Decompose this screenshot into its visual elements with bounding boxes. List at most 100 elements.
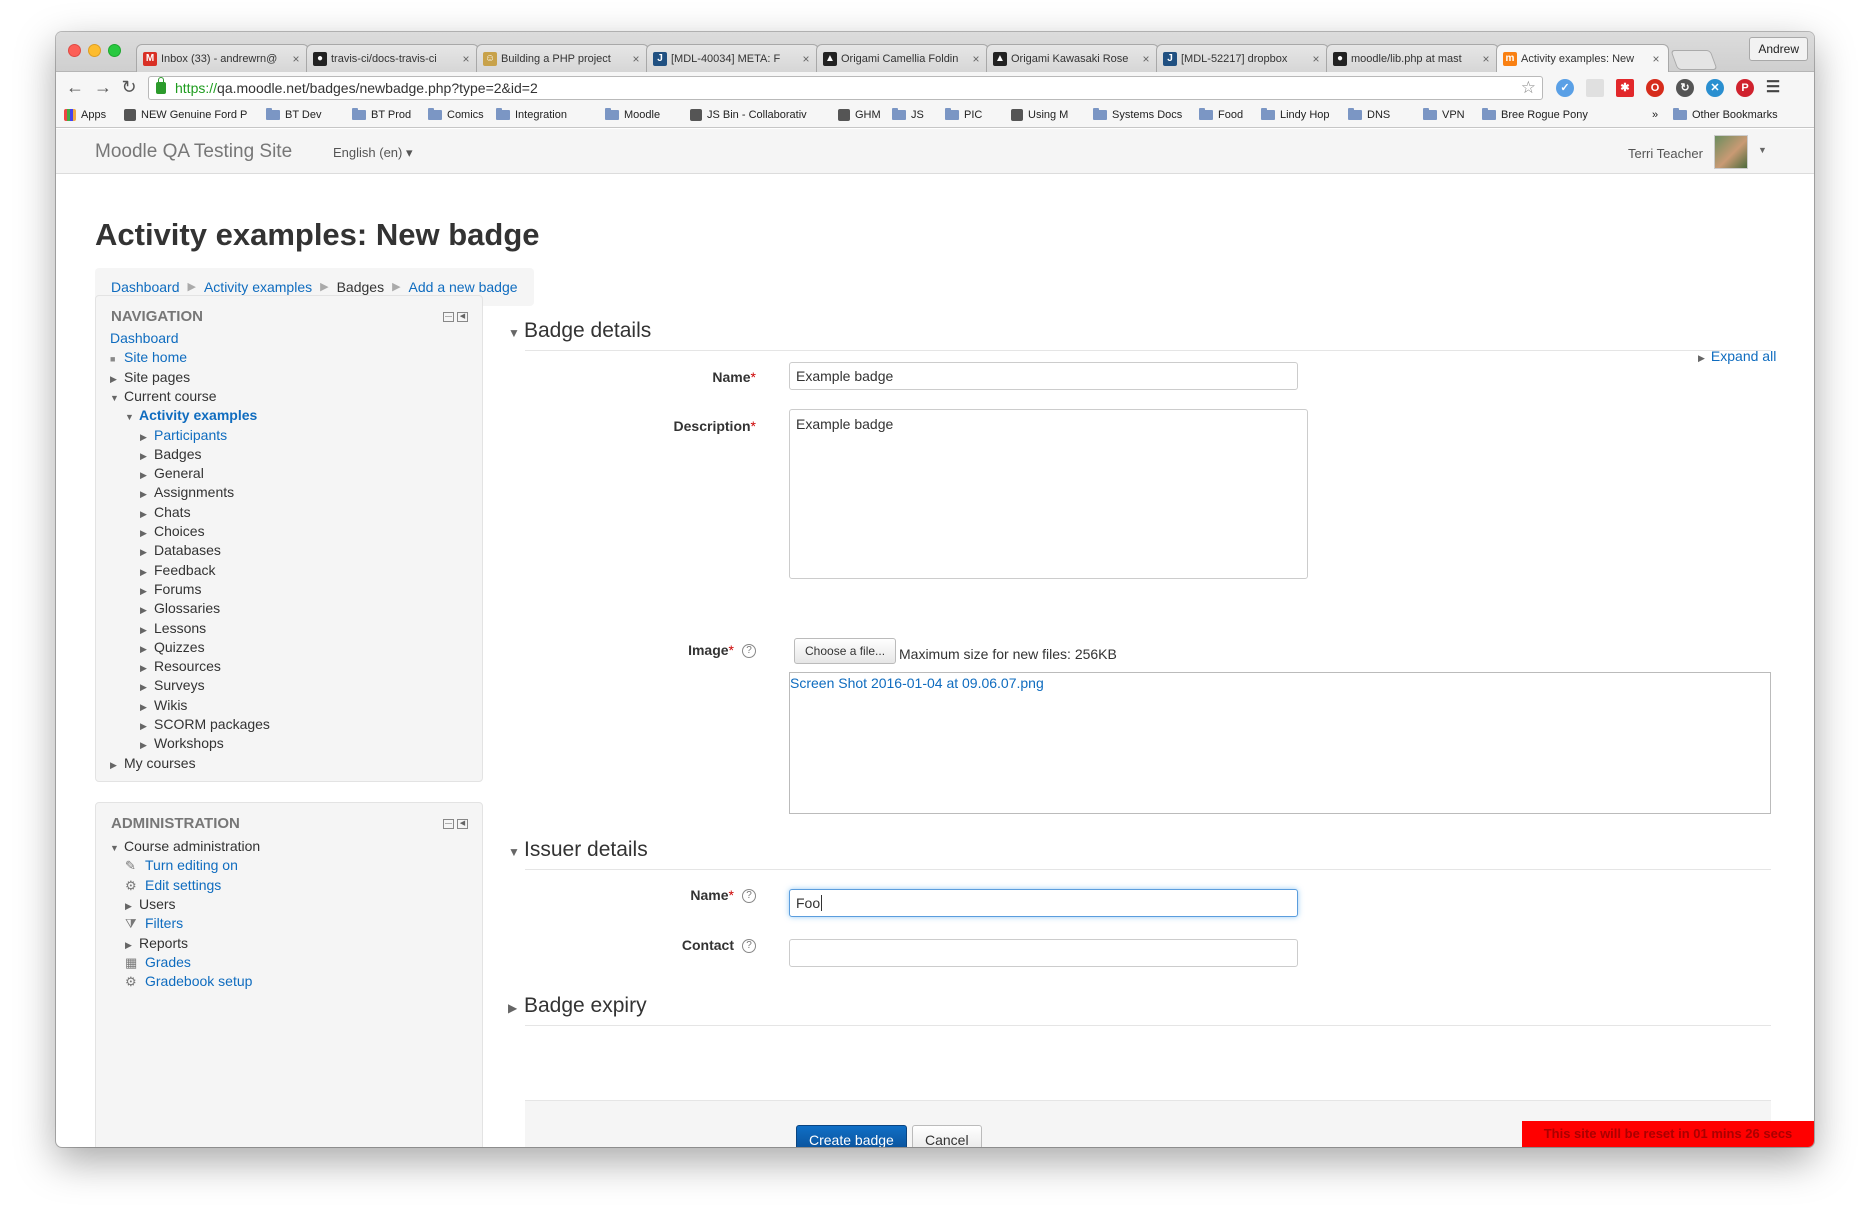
extension-icon[interactable] [1586,79,1604,97]
close-tab-icon[interactable]: × [460,52,472,66]
tree-item-glossaries[interactable]: ▶ Glossaries [140,600,220,616]
bookmark-item[interactable]: PIC [945,108,982,121]
contact-input[interactable] [789,939,1298,967]
bookmark-item[interactable]: BT Dev [266,108,321,121]
browser-tab[interactable]: ● travis-ci/docs-travis-ci × [306,44,479,72]
tree-item-dashboard[interactable]: Dashboard [110,330,179,346]
forward-arrow-icon[interactable]: → [92,77,114,98]
close-tab-icon[interactable]: × [630,52,642,66]
tree-item-databases[interactable]: ▶ Databases [140,542,221,558]
bookmark-item[interactable]: Apps [64,109,106,121]
close-tab-icon[interactable]: × [1310,52,1322,66]
badge-expiry-header[interactable]: ▶ Badge expiry [508,994,647,1018]
tree-item-chats[interactable]: ▶ Chats [140,504,191,520]
extension-icon[interactable]: ✕ [1706,79,1724,97]
issuer-name-input[interactable]: Foo [789,889,1298,917]
cancel-button[interactable]: Cancel [912,1125,982,1147]
tree-item-activity-examples[interactable]: ▼ Activity examples [125,407,257,423]
dock-icon[interactable]: — [443,819,454,829]
site-name-link[interactable]: Moodle QA Testing Site [95,141,292,163]
create-badge-button[interactable]: Create badge [796,1125,907,1147]
tree-item-lessons[interactable]: ▶ Lessons [140,620,206,636]
tree-item-turn-editing-on[interactable]: ✎ Turn editing on [125,857,238,874]
browser-tab[interactable]: ☺ Building a PHP project × [476,44,649,72]
tree-item-choices[interactable]: ▶ Choices [140,523,205,539]
tree-item-users[interactable]: ▶ Users [125,896,176,912]
tree-item-assignments[interactable]: ▶ Assignments [140,484,234,500]
tree-item-my-courses[interactable]: ▶ My courses [110,755,196,771]
tree-item-reports[interactable]: ▶ Reports [125,935,188,951]
tree-item-gradebook-setup[interactable]: ⚙ Gradebook setup [125,973,252,990]
tree-item-participants[interactable]: ▶ Participants [140,427,227,443]
close-tab-icon[interactable]: × [290,52,302,66]
tree-item-filters[interactable]: ⧩ Filters [125,915,183,932]
bookmark-item[interactable]: JS Bin - Collaborativ [690,109,807,121]
tree-item-workshops[interactable]: ▶ Workshops [140,735,224,751]
bookmark-item[interactable]: Using M [1011,109,1068,121]
bookmark-item[interactable]: JS [892,108,924,121]
zoom-window-button[interactable] [108,44,121,57]
bookmark-item[interactable]: Lindy Hop [1261,108,1330,121]
tree-item-feedback[interactable]: ▶ Feedback [140,562,215,578]
tree-item-current-course[interactable]: ▼ Current course [110,388,217,404]
new-tab-button[interactable] [1670,50,1718,70]
file-drop-area[interactable]: Screen Shot 2016-01-04 at 09.06.07.png [789,672,1771,814]
pinterest-icon[interactable]: P [1736,79,1754,97]
bookmark-item[interactable]: BT Prod [352,108,411,121]
collapse-icon[interactable]: ◀ [457,312,468,322]
tree-item-forums[interactable]: ▶ Forums [140,581,201,597]
bookmark-star-icon[interactable]: ☆ [1521,77,1536,99]
tree-item-scorm-packages[interactable]: ▶ SCORM packages [140,716,270,732]
bookmark-item[interactable]: Bree Rogue Pony [1482,108,1588,121]
avatar[interactable] [1714,135,1748,169]
extension-icon[interactable]: ✓ [1556,79,1574,97]
tree-item-resources[interactable]: ▶ Resources [140,658,221,674]
tree-item-badges[interactable]: ▶ Badges [140,446,201,462]
tree-item-edit-settings[interactable]: ⚙ Edit settings [125,877,221,894]
tree-item-surveys[interactable]: ▶ Surveys [140,677,205,693]
profile-button[interactable]: Andrew [1749,37,1808,61]
bookmark-item[interactable]: Comics [428,108,484,121]
close-tab-icon[interactable]: × [970,52,982,66]
browser-tab[interactable]: M Inbox (33) - andrewrn@ × [136,44,309,72]
extension-icon[interactable]: ✱ [1616,79,1634,97]
close-tab-icon[interactable]: × [1650,52,1662,66]
minimize-window-button[interactable] [88,44,101,57]
bookmark-item[interactable]: Other Bookmarks [1673,108,1778,121]
browser-tab[interactable]: ▲ Origami Camellia Foldin × [816,44,989,72]
bookmark-item[interactable]: DNS [1348,108,1390,121]
uploaded-file-link[interactable]: Screen Shot 2016-01-04 at 09.06.07.png [790,675,1044,691]
browser-tab[interactable]: J [MDL-40034] META: F × [646,44,819,72]
bookmark-item[interactable]: Systems Docs [1093,108,1182,121]
tree-item-general[interactable]: ▶ General [140,465,204,481]
language-menu[interactable]: English (en) ▾ [333,145,413,161]
browser-tab[interactable]: ● moodle/lib.php at mast × [1326,44,1499,72]
bookmark-item[interactable]: » [1652,109,1658,121]
close-window-button[interactable] [68,44,81,57]
close-tab-icon[interactable]: × [1140,52,1152,66]
badge-details-header[interactable]: ▼ Badge details [508,319,651,343]
opera-icon[interactable]: O [1646,79,1664,97]
user-menu-name[interactable]: Terri Teacher [1628,146,1703,161]
tree-item-site-home[interactable]: ■ Site home [110,349,187,365]
choose-file-button[interactable]: Choose a file... [794,638,897,664]
tree-item-course-administration[interactable]: ▼ Course administration [110,838,260,854]
badge-name-input[interactable]: Example badge [789,362,1298,390]
close-tab-icon[interactable]: × [1480,52,1492,66]
tree-item-wikis[interactable]: ▶ Wikis [140,697,187,713]
browser-tab[interactable]: ▲ Origami Kawasaki Rose × [986,44,1159,72]
description-textarea[interactable]: Example badge [789,409,1308,579]
sync-icon[interactable]: ↻ [1676,79,1694,97]
reload-icon[interactable]: ↻ [118,77,140,98]
close-tab-icon[interactable]: × [800,52,812,66]
address-bar[interactable]: https://qa.moodle.net/badges/newbadge.ph… [148,76,1543,100]
dock-icon[interactable]: — [443,312,454,322]
issuer-details-header[interactable]: ▼ Issuer details [508,838,648,862]
bookmark-item[interactable]: VPN [1423,108,1465,121]
tree-item-site-pages[interactable]: ▶ Site pages [110,369,190,385]
menu-icon[interactable]: ☰ [1764,79,1782,97]
bookmark-item[interactable]: NEW Genuine Ford P [124,109,247,121]
tree-item-quizzes[interactable]: ▶ Quizzes [140,639,205,655]
help-icon[interactable]: ? [742,889,756,904]
tree-item-grades[interactable]: ▦ Grades [125,954,191,971]
